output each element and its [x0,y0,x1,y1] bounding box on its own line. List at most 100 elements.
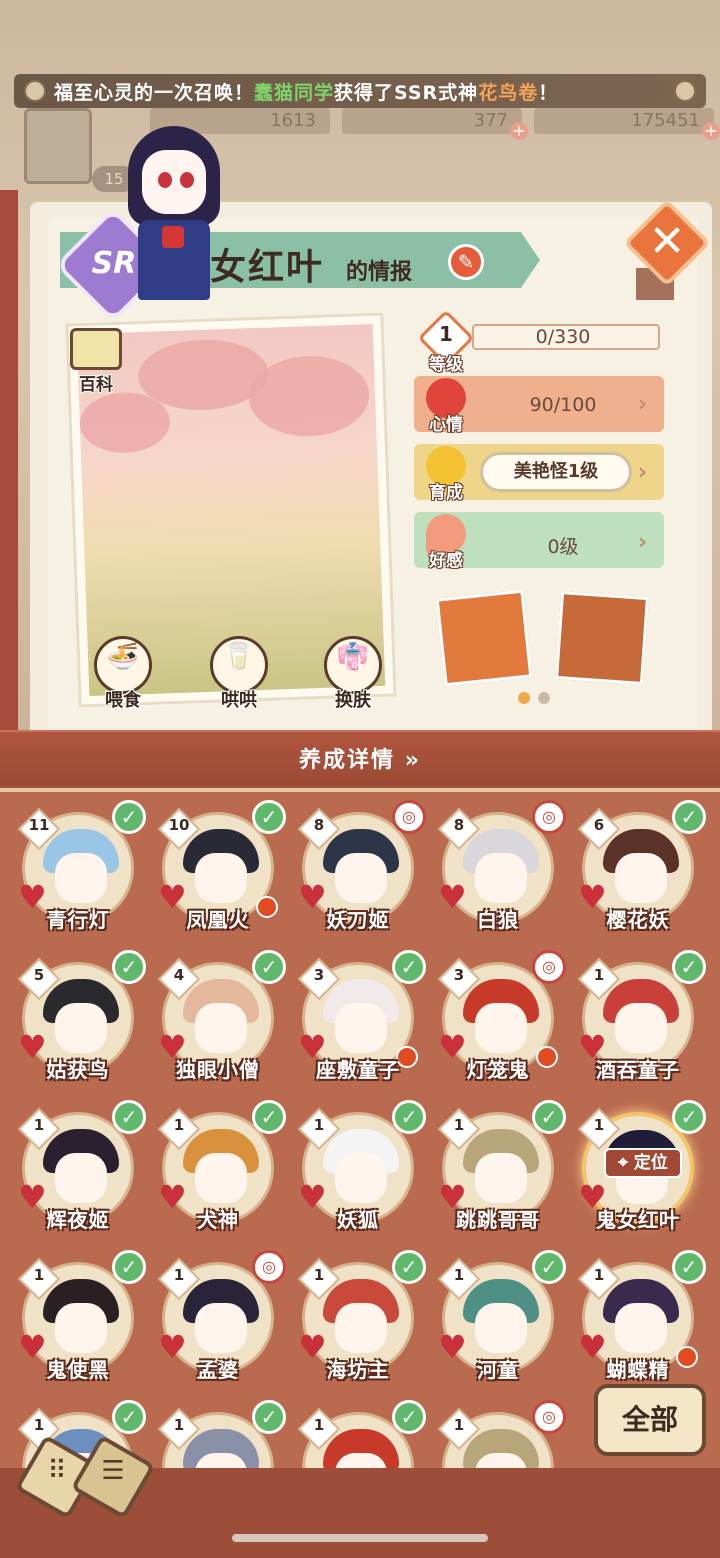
check-icon: ✓ [672,950,706,984]
shikigami-face [55,1153,107,1203]
chevron-right-icon[interactable]: › [638,392,658,417]
character-face [142,150,206,214]
shikigami-level: 10 [168,816,190,834]
character-bow [162,226,184,248]
chevron-right-icon[interactable]: › [638,530,658,555]
bell-icon: ◎ [532,950,566,984]
shikigami-card[interactable]: 1 ✓ ♥ 酒吞童子 [572,950,706,1090]
check-icon: ✓ [392,950,426,984]
shikigami-face [55,1303,107,1353]
shikigami-level: 1 [313,1116,325,1134]
shikigami-level: 5 [33,966,45,984]
coax-button[interactable]: 🥛 哄哄 [204,636,274,711]
shikigami-face [475,853,527,903]
shikigami-level: 1 [593,1116,605,1134]
bell-icon: ◎ [392,800,426,834]
ticker-shikigami: 花鸟卷 [478,81,539,104]
filter-all-button[interactable]: 全部 [594,1384,706,1456]
affection-label: 好感 [429,551,463,571]
shikigami-card[interactable]: 10 ✓ ♥ 凤凰火 [152,800,286,940]
shikigami-name: 青行灯 [46,908,110,932]
shikigami-card[interactable]: 3 ✓ ♥ 座敷童子 [292,950,426,1090]
growth-label: 育成 [429,483,463,503]
shikigami-card[interactable]: 8 ◎ ♥ 白狼 [432,800,566,940]
add-icon[interactable]: + [510,122,528,140]
rarity-label: SR [91,246,137,281]
shikigami-card[interactable]: 1 ✓ ♥ 海坊主 [292,1250,426,1390]
shikigami-name: 跳跳哥哥 [456,1208,540,1232]
ticker-prefix: 福至心灵的一次召唤！ [54,81,255,104]
affection-value: 0级 [547,536,579,558]
shikigami-face [195,1003,247,1053]
shikigami-face [195,1153,247,1203]
shikigami-face [615,1003,667,1053]
shikigami-card[interactable]: 1 ✓ ♥ 妖狐 [292,1100,426,1240]
feed-label: 喂食 [105,690,141,711]
resource-2: 377 + [342,108,528,140]
shikigami-card[interactable]: 1 ✓ ♥ 鬼使黑 [12,1250,146,1390]
shikigami-card[interactable]: 5 ✓ ♥ 姑获鸟 [12,950,146,1090]
feed-button[interactable]: 🍜 喂食 [88,636,158,711]
shikigami-card[interactable]: 8 ◎ ♥ 妖刀姬 [292,800,426,940]
shikigami-level: 1 [173,1416,185,1434]
bell-icon: ◎ [532,800,566,834]
shikigami-card[interactable]: 1 ✓ ♥ 犬神 [152,1100,286,1240]
shikigami-name: 白狼 [477,908,519,932]
encyclopedia-button[interactable]: 百科 [64,328,128,395]
shikigami-face [475,1303,527,1353]
close-icon[interactable]: ✕ [642,214,692,270]
page-dot-active[interactable] [518,692,530,704]
level-label: 等级 [429,355,463,375]
shikigami-level: 1 [593,966,605,984]
skin-button[interactable]: 👘 换肤 [318,636,388,711]
shikigami-level: 1 [33,1416,45,1434]
ticker-text: 福至心灵的一次召唤！蠢猫同学获得了SSR式神花鸟卷！ [54,78,558,105]
shikigami-name: 酒吞童子 [596,1058,680,1082]
check-icon: ✓ [392,1250,426,1284]
shikigami-card[interactable]: 1 ✓ ♥ 跳跳哥哥 [432,1100,566,1240]
encyclopedia-label: 百科 [79,375,113,395]
shikigami-card[interactable]: 1 ✓ ♥ ⌖ 定位 鬼女红叶 [572,1100,706,1240]
locate-badge[interactable]: ⌖ 定位 [604,1148,682,1178]
shikigami-face [615,1303,667,1353]
check-icon: ✓ [672,1100,706,1134]
page-dot[interactable] [538,692,550,704]
check-icon: ✓ [392,1100,426,1134]
shikigami-card[interactable]: 11 ✓ ♥ 青行灯 [12,800,146,940]
page-dots [518,692,550,704]
shikigami-card[interactable]: 3 ◎ ♥ 灯笼鬼 [432,950,566,1090]
character-eye [158,172,172,188]
player-avatar[interactable] [24,108,92,184]
shikigami-name: 妖狐 [337,1208,379,1232]
locked-card-1[interactable] [435,589,533,687]
flower-icon [674,80,696,102]
shikigami-name: 鬼女红叶 [596,1208,680,1232]
check-icon: ✓ [252,1400,286,1434]
shikigami-card[interactable]: 1 ✓ ♥ 河童 [432,1250,566,1390]
shikigami-card[interactable]: 1 ✓ ♥ 辉夜姬 [12,1100,146,1240]
character-eye [180,172,194,188]
chevron-right-icon[interactable]: › [638,460,658,485]
shikigami-face [335,1303,387,1353]
shikigami-card[interactable]: 4 ✓ ♥ 独眼小僧 [152,950,286,1090]
coax-label: 哄哄 [221,690,257,711]
shikigami-name: 辉夜姬 [46,1208,110,1232]
edit-pencil-icon[interactable]: ✎ [448,244,484,280]
shikigami-level: 3 [453,966,465,984]
locked-card-2[interactable] [555,591,649,685]
shikigami-card[interactable]: 6 ✓ ♥ 樱花妖 [572,800,706,940]
shikigami-level: 1 [33,1266,45,1284]
mood-value: 90/100 [529,394,597,416]
bell-icon: ◎ [532,1400,566,1434]
add-icon[interactable]: + [702,122,720,140]
shikigami-face [55,1003,107,1053]
shikigami-name: 海坊主 [326,1358,390,1382]
check-icon: ✓ [112,1100,146,1134]
shikigami-card[interactable]: 1 ◎ ♥ 孟婆 [152,1250,286,1390]
section-title[interactable]: 养成详情 » [0,742,720,774]
shikigami-name: 灯笼鬼 [466,1058,530,1082]
shikigami-level: 4 [173,966,185,984]
shikigami-face [335,1003,387,1053]
shikigami-card[interactable]: 1 ✓ ♥ 蝴蝶精 [572,1250,706,1390]
resource-2-value: 377 [473,110,508,131]
